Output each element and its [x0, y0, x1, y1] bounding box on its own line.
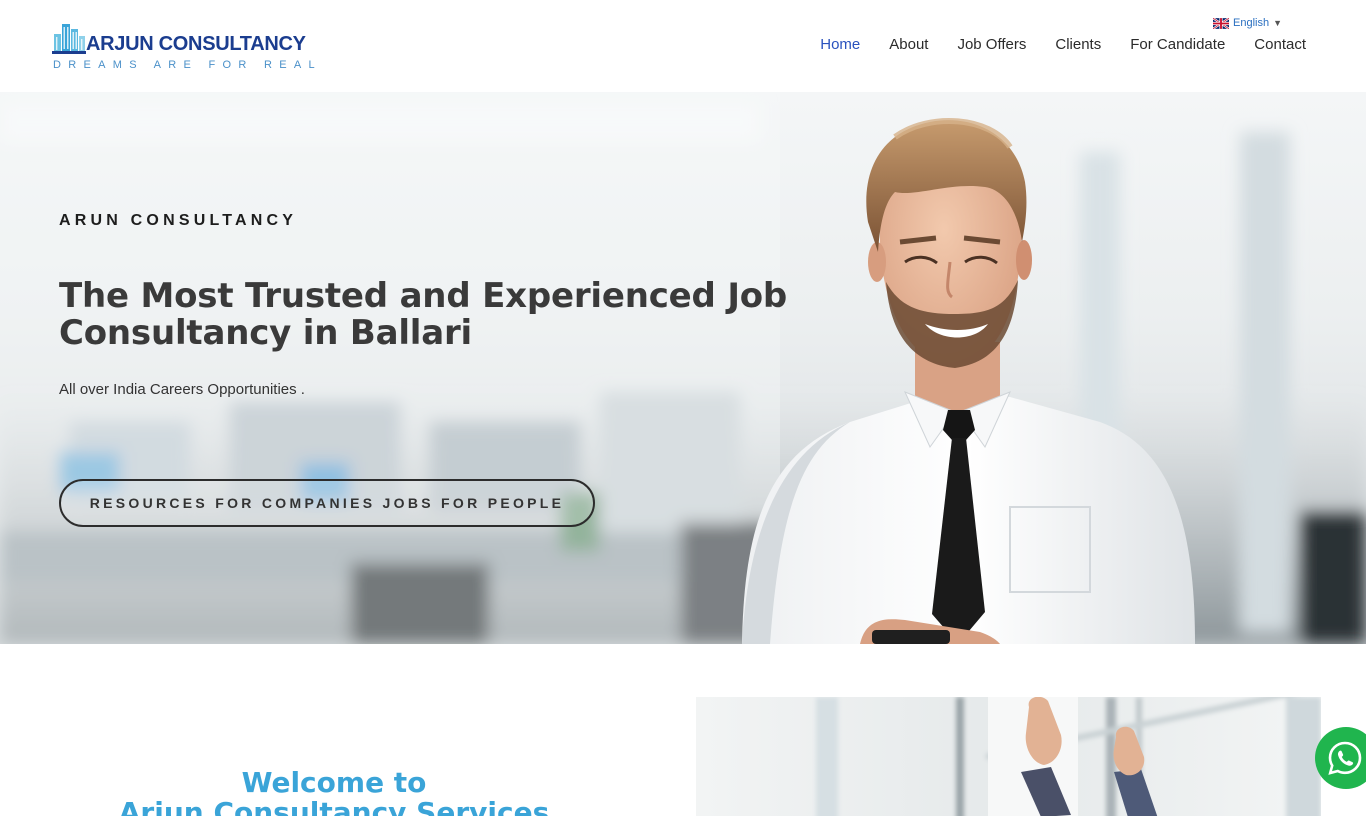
resources-cta-button[interactable]: RESOURCES FOR COMPANIES JOBS FOR PEOPLE	[59, 479, 595, 527]
language-selector[interactable]: English ▼	[1213, 17, 1282, 29]
language-label: English	[1233, 17, 1270, 29]
site-header: ARJUN CONSULTANCY DREAMS ARE FOR REAL En…	[0, 0, 1366, 92]
hero-subline: All over India Careers Opportunities .	[59, 381, 305, 398]
celebrating-person-image	[816, 697, 1321, 816]
welcome-title-line2: Arjun Consultancy Services	[118, 796, 550, 816]
caret-down-icon: ▼	[1273, 18, 1282, 28]
nav-about[interactable]: About	[889, 36, 928, 53]
nav-clients[interactable]: Clients	[1055, 36, 1101, 53]
logo-tagline: DREAMS ARE FOR REAL	[53, 59, 322, 71]
nav-home[interactable]: Home	[820, 36, 860, 53]
welcome-title: Welcome to Arjun Consultancy Services	[0, 768, 668, 816]
logo-name: ARJUN CONSULTANCY	[86, 33, 306, 55]
welcome-section: Welcome to Arjun Consultancy Services	[0, 644, 1366, 816]
nav-contact[interactable]: Contact	[1254, 36, 1306, 53]
whatsapp-icon	[1328, 741, 1362, 775]
nav-job-offers[interactable]: Job Offers	[957, 36, 1026, 53]
welcome-image	[696, 697, 1321, 816]
buildings-logo-icon	[52, 24, 86, 54]
main-nav: Home About Job Offers Clients For Candid…	[791, 36, 1306, 53]
welcome-title-line1: Welcome to	[241, 766, 427, 799]
hero-section: ARUN CONSULTANCY The Most Trusted and Ex…	[0, 92, 1366, 644]
site-logo[interactable]: ARJUN CONSULTANCY DREAMS ARE FOR REAL	[52, 18, 315, 74]
hero-content: ARUN CONSULTANCY The Most Trusted and Ex…	[59, 92, 819, 644]
hero-eyebrow: ARUN CONSULTANCY	[59, 212, 298, 229]
uk-flag-icon	[1213, 17, 1229, 29]
nav-for-candidate[interactable]: For Candidate	[1130, 36, 1225, 53]
hero-headline: The Most Trusted and Experienced Job Con…	[59, 276, 788, 353]
